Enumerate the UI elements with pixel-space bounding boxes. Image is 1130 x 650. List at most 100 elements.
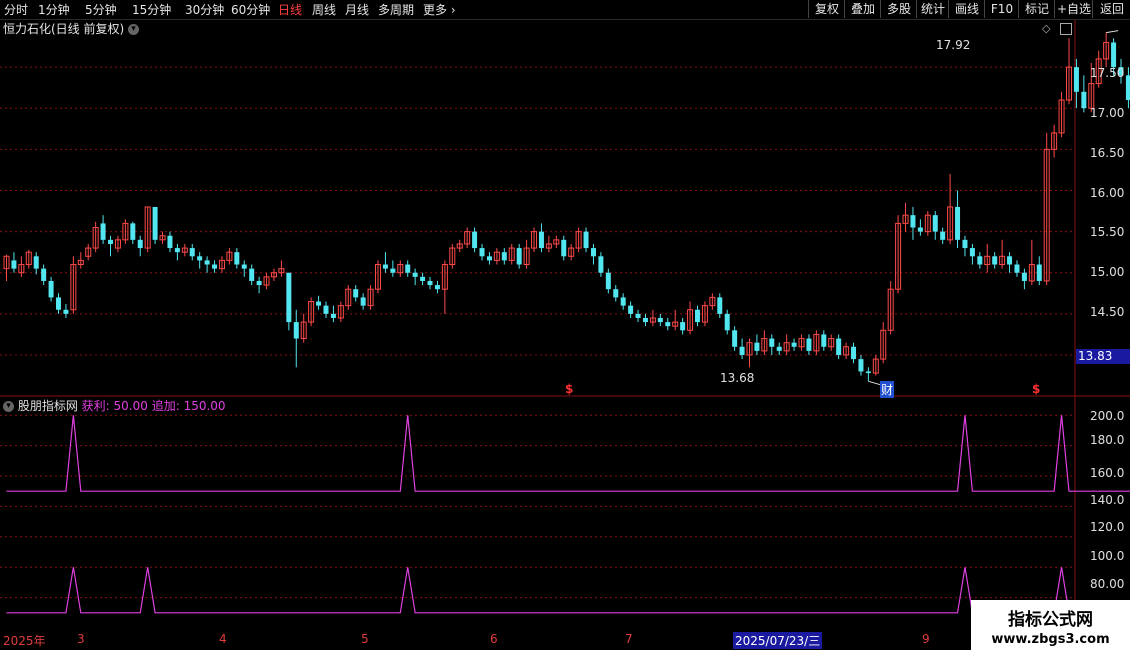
candle-body bbox=[791, 342, 797, 347]
tool-back-button[interactable]: 返回 bbox=[1092, 0, 1130, 18]
finance-marker[interactable]: 财 bbox=[880, 381, 895, 398]
panel-toggle-icon[interactable] bbox=[1060, 23, 1072, 35]
candle-body bbox=[843, 346, 850, 356]
candle-body bbox=[545, 243, 552, 249]
candle-body bbox=[851, 346, 857, 360]
candle-body bbox=[947, 206, 954, 241]
tool-overlay-button[interactable]: 叠加 bbox=[844, 0, 881, 18]
candle-body bbox=[345, 288, 352, 307]
candle-body bbox=[114, 239, 121, 249]
dividend-marker-1[interactable]: $ bbox=[565, 382, 573, 396]
candle-body bbox=[218, 259, 225, 270]
candle-body bbox=[1014, 264, 1020, 273]
candle-body bbox=[108, 239, 114, 244]
candle-body bbox=[353, 289, 359, 298]
period-more[interactable]: 更多 › bbox=[423, 1, 456, 18]
candle-body bbox=[397, 264, 404, 274]
candle-body bbox=[330, 313, 336, 318]
date-label: 2025年 bbox=[3, 634, 46, 648]
indicator-param-2: 追加: 150.00 bbox=[151, 399, 226, 413]
candle-body bbox=[1125, 75, 1130, 101]
price-label: 17.00 bbox=[1090, 106, 1125, 120]
candle-body bbox=[880, 329, 887, 360]
price-label: 17.50 bbox=[1090, 66, 1125, 80]
candle-body bbox=[508, 247, 515, 261]
candle-body bbox=[501, 252, 507, 261]
period-multi[interactable]: 多周期 bbox=[378, 1, 414, 18]
period-1min[interactable]: 1分钟 bbox=[38, 1, 70, 18]
candle-body bbox=[665, 322, 671, 327]
candle-body bbox=[405, 264, 411, 273]
candle-body bbox=[25, 251, 32, 266]
tool-f10-button[interactable]: F10 bbox=[984, 0, 1019, 18]
indicator-line-1 bbox=[6, 415, 1130, 492]
tool-draw-button[interactable]: 画线 bbox=[948, 0, 985, 18]
candle-body bbox=[278, 268, 285, 274]
period-fenshi[interactable]: 分时 bbox=[4, 1, 28, 18]
price-label: 16.50 bbox=[1090, 146, 1125, 160]
tool-mark-button[interactable]: 标记 bbox=[1018, 0, 1055, 18]
candle-body bbox=[746, 342, 753, 356]
candle-body bbox=[241, 264, 247, 269]
date-label: 9 bbox=[922, 632, 930, 646]
candle-body bbox=[308, 301, 315, 323]
period-daily[interactable]: 日线 bbox=[278, 1, 302, 18]
period-15min[interactable]: 15分钟 bbox=[132, 1, 171, 18]
dividend-marker-2[interactable]: $ bbox=[1032, 382, 1040, 396]
price-label: 14.50 bbox=[1090, 305, 1125, 319]
candle-body bbox=[189, 248, 195, 257]
indicator-param-1: 获利: 50.00 bbox=[81, 399, 148, 413]
period-monthly[interactable]: 月线 bbox=[345, 1, 369, 18]
candle-body bbox=[598, 256, 604, 273]
tool-multistock-button[interactable]: 多股 bbox=[880, 0, 917, 18]
indicator-name: 股朋指标网 bbox=[17, 399, 78, 413]
candle-body bbox=[1007, 256, 1013, 265]
date-label: 3 bbox=[77, 632, 85, 646]
candle-body bbox=[761, 338, 768, 352]
candle-body bbox=[553, 239, 560, 245]
candle-body bbox=[680, 322, 686, 331]
period-weekly[interactable]: 周线 bbox=[312, 1, 336, 18]
candle-body bbox=[130, 223, 136, 240]
candle-body bbox=[575, 231, 582, 249]
candle-body bbox=[293, 322, 299, 339]
candle-body bbox=[441, 264, 448, 290]
diamond-icon[interactable]: ◇ bbox=[1042, 22, 1050, 35]
candle-body bbox=[523, 247, 530, 266]
candle-body bbox=[360, 297, 366, 306]
candle-body bbox=[33, 256, 39, 269]
chart-title-bar: 恒力石化(日线 前复权) ▾ bbox=[0, 20, 140, 38]
indicator-lines bbox=[6, 415, 1130, 614]
candle-body bbox=[212, 264, 218, 269]
candle-body bbox=[932, 215, 938, 232]
period-60min[interactable]: 60分钟 bbox=[231, 1, 270, 18]
tool-add-watch-button[interactable]: +自选 bbox=[1054, 0, 1093, 18]
candle-body bbox=[924, 214, 931, 233]
chevron-down-icon[interactable]: ▾ bbox=[3, 401, 14, 412]
tool-stats-button[interactable]: 统计 bbox=[916, 0, 949, 18]
candle-body bbox=[85, 247, 92, 257]
ind-axis-label: 200.0 bbox=[1090, 409, 1125, 423]
high-pointer bbox=[1106, 30, 1119, 34]
indicator-title-bar: ▾ 股朋指标网 获利: 50.00 追加: 150.00 bbox=[0, 397, 226, 413]
period-5min[interactable]: 5分钟 bbox=[85, 1, 117, 18]
candle-body bbox=[1111, 42, 1117, 68]
candle-body bbox=[1088, 83, 1095, 109]
candle-body bbox=[828, 338, 835, 348]
candle-body bbox=[100, 223, 106, 240]
candle-body bbox=[962, 239, 968, 249]
current-price-box: 13.83 bbox=[1076, 349, 1130, 364]
candle-body bbox=[613, 289, 619, 298]
period-30min[interactable]: 30分钟 bbox=[185, 1, 224, 18]
tool-adjust-button[interactable]: 复权 bbox=[808, 0, 845, 18]
chevron-down-icon[interactable]: ▾ bbox=[128, 24, 140, 35]
high-price-label: 17.92 bbox=[936, 38, 971, 52]
candle-body bbox=[249, 268, 255, 281]
candle-body bbox=[628, 305, 634, 314]
candle-body bbox=[516, 248, 522, 265]
candle-body bbox=[1043, 148, 1050, 282]
price-label: 15.00 bbox=[1090, 265, 1125, 279]
candle-body bbox=[813, 333, 820, 352]
indicator-line-2 bbox=[6, 567, 1130, 614]
candle-body bbox=[872, 358, 879, 374]
